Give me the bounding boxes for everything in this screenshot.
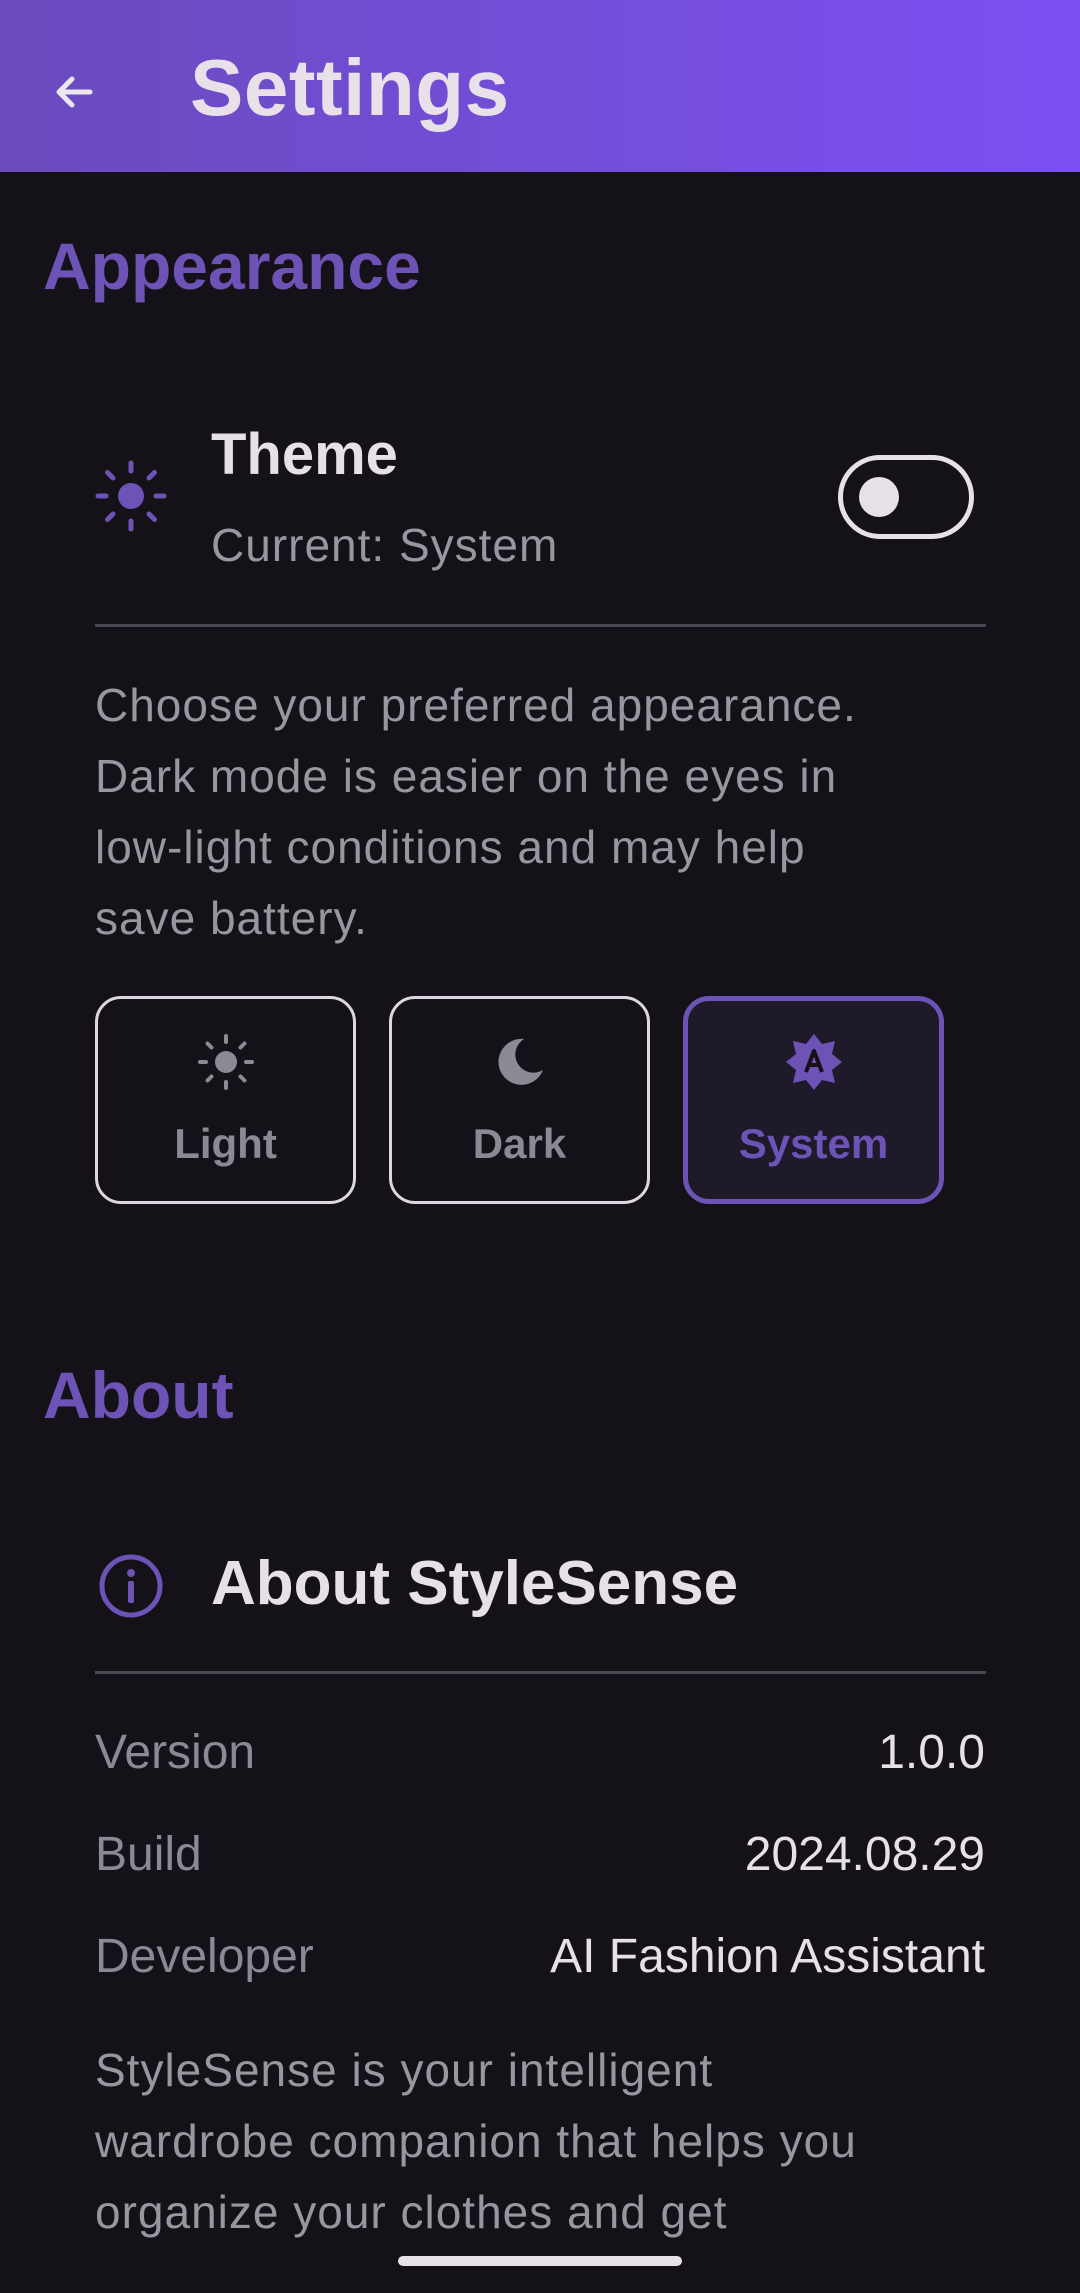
description-line: organize your clothes and get bbox=[95, 2186, 728, 2238]
sun-icon bbox=[95, 460, 167, 532]
back-button[interactable] bbox=[40, 58, 108, 126]
appearance-section-title: Appearance bbox=[43, 229, 421, 303]
arrow-back-icon bbox=[56, 76, 93, 108]
developer-value: AI Fashion Assistant bbox=[550, 1930, 985, 1983]
build-label: Build bbox=[95, 1828, 202, 1881]
description-line: StyleSense is your intelligent bbox=[95, 2044, 714, 2096]
theme-option-label: Light bbox=[174, 1120, 277, 1167]
brightness-auto-icon bbox=[688, 1034, 939, 1090]
about-description: StyleSense is your intelligent wardrobe … bbox=[95, 2035, 995, 2259]
description-line: Choose your preferred appearance. bbox=[95, 679, 857, 731]
developer-label: Developer bbox=[95, 1930, 314, 1983]
about-section-title: About bbox=[43, 1358, 234, 1432]
build-value: 2024.08.29 bbox=[744, 1828, 985, 1881]
theme-option-light[interactable]: Light bbox=[95, 996, 356, 1204]
appearance-description: Choose your preferred appearance. Dark m… bbox=[95, 670, 995, 954]
divider bbox=[95, 1671, 986, 1674]
version-value: 1.0.0 bbox=[878, 1726, 985, 1779]
theme-option-system[interactable]: System bbox=[683, 996, 944, 1204]
description-line: Dark mode is easier on the eyes in bbox=[95, 750, 838, 802]
page-title: Settings bbox=[190, 43, 510, 132]
light-mode-icon bbox=[98, 1034, 353, 1090]
divider bbox=[95, 624, 986, 627]
description-line: wardrobe companion that helps you bbox=[95, 2115, 857, 2167]
theme-current-value: Current: System bbox=[211, 519, 559, 571]
theme-option-label: Dark bbox=[472, 1120, 567, 1167]
home-indicator[interactable] bbox=[398, 2256, 682, 2266]
theme-option-label: System bbox=[738, 1120, 889, 1167]
about-card-title: About StyleSense bbox=[211, 1549, 739, 1618]
theme-toggle-switch[interactable] bbox=[838, 455, 974, 539]
info-icon bbox=[96, 1551, 166, 1621]
description-line: low-light conditions and may help bbox=[95, 821, 806, 873]
app-bar: Settings bbox=[0, 0, 1080, 172]
description-line: save battery. bbox=[95, 892, 368, 944]
theme-option-dark[interactable]: Dark bbox=[389, 996, 650, 1204]
switch-thumb bbox=[859, 477, 899, 517]
theme-title: Theme bbox=[211, 422, 398, 487]
dark-mode-icon bbox=[392, 1034, 647, 1090]
version-label: Version bbox=[95, 1726, 256, 1779]
